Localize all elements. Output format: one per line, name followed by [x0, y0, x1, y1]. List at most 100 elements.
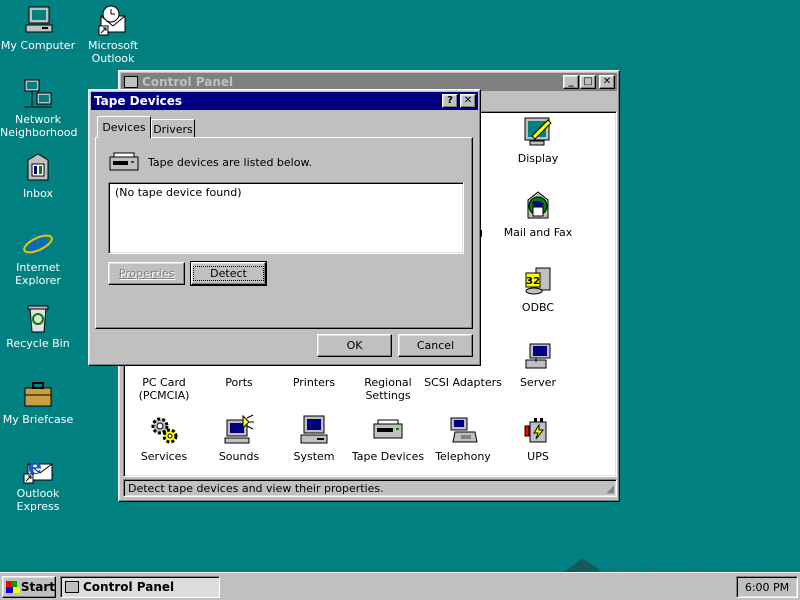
telephony-icon [447, 414, 479, 446]
cp-item-label: UPS [527, 450, 549, 463]
sounds-icon [223, 414, 255, 446]
internet-explorer-icon: e [22, 224, 54, 262]
close-button[interactable]: ✕ [460, 94, 476, 108]
desktop-icon-label: Microsoft [87, 39, 139, 52]
ok-button[interactable]: OK [317, 334, 392, 357]
cp-item-telephony[interactable]: Telephony [423, 414, 503, 463]
tape-drive-icon [372, 414, 404, 446]
system-computer-icon [298, 414, 330, 446]
desktop-icon-microsoft-outlook[interactable]: Microsoft Outlook [75, 4, 151, 65]
windows-logo-icon [6, 581, 20, 593]
desktop-icon-my-computer[interactable]: My Computer [0, 4, 76, 52]
outlook-express-icon: e [22, 452, 54, 484]
close-button[interactable]: ✕ [599, 75, 615, 89]
start-button[interactable]: Start [2, 576, 56, 598]
devices-description: Tape devices are listed below. [148, 156, 312, 169]
inbox-icon [22, 152, 54, 184]
system-tray: 6:00 PM [736, 576, 798, 598]
control-panel-statusbar: Detect tape devices and view their prope… [123, 479, 617, 497]
recycle-bin-icon [22, 302, 54, 334]
mail-and-fax-icon [522, 190, 554, 222]
minimize-button[interactable]: _ [563, 75, 579, 89]
start-label: Start [20, 580, 55, 594]
tape-devices-dialog: Tape Devices ? ✕ Devices Drivers Tape de… [88, 89, 481, 366]
desktop-icon-label: Inbox [22, 187, 54, 200]
cp-item-odbc[interactable]: 32 ODBC [498, 265, 578, 314]
desktop-icon-label: Internet [16, 261, 60, 274]
control-panel-title: Control Panel [142, 75, 234, 89]
control-panel-task-icon [65, 581, 79, 593]
cp-item-label: Display [517, 152, 559, 165]
clock[interactable]: 6:00 PM [745, 581, 789, 594]
cp-item-services[interactable]: Services [124, 414, 204, 463]
cp-item-tape-devices[interactable]: Tape Devices [348, 414, 428, 463]
button-label: Detect [193, 266, 264, 281]
computer-icon [22, 4, 54, 36]
resize-grip-icon[interactable]: ◢ [606, 484, 614, 495]
tape-devices-titlebar[interactable]: Tape Devices ? ✕ [91, 92, 478, 110]
status-text: Detect tape devices and view their prope… [128, 482, 384, 495]
cp-item-label: (PCMCIA) [138, 389, 190, 402]
tab-devices[interactable]: Devices [97, 116, 151, 138]
cp-item-label: Server [519, 376, 557, 389]
desktop-icon-label: Network [15, 113, 61, 126]
desktop-icon-label: Explorer [15, 274, 61, 287]
briefcase-icon [22, 378, 54, 410]
cp-item-label: System [293, 450, 335, 463]
desktop-icon-internet-explorer[interactable]: e Internet Explorer [0, 224, 76, 287]
cp-item-sounds[interactable]: Sounds [199, 414, 279, 463]
cp-item-label: Settings [365, 389, 411, 402]
cp-item-mail-and-fax[interactable]: Mail and Fax [498, 190, 578, 239]
desktop-icon-label: Outlook [16, 487, 60, 500]
maximize-button[interactable]: □ [580, 75, 596, 89]
cp-item-label: PC Card [142, 376, 186, 389]
desktop-icon-label: Express [16, 500, 60, 513]
help-button[interactable]: ? [442, 94, 458, 108]
properties-button[interactable]: Properties [108, 262, 185, 285]
dialog-title: Tape Devices [94, 94, 183, 108]
detect-button[interactable]: Detect [190, 261, 267, 286]
odbc-icon: 32 [522, 265, 554, 297]
outlook-clock-icon [97, 4, 129, 36]
desktop-icon-my-briefcase[interactable]: My Briefcase [0, 378, 76, 426]
taskbar: Start Control Panel 6:00 PM [0, 572, 800, 600]
cp-item-label: Ports [225, 376, 253, 389]
cp-item-display[interactable]: Display [498, 116, 578, 165]
cp-item-label: Regional [364, 376, 412, 389]
cp-item-label: Services [140, 450, 188, 463]
cp-item-system[interactable]: System [274, 414, 354, 463]
desktop-icon-label: My Briefcase [2, 413, 74, 426]
desktop-icon-network-neighborhood[interactable]: Network Neighborhood [0, 78, 78, 139]
cp-item-ups[interactable]: UPS [498, 414, 578, 463]
services-gears-icon [148, 414, 180, 446]
control-panel-app-icon [124, 76, 138, 88]
cp-item-label: SCSI Adapters [424, 376, 502, 389]
desktop-icon-outlook-express[interactable]: e Outlook Express [0, 452, 76, 513]
ups-battery-icon [522, 414, 554, 446]
cp-item-server[interactable]: Server [498, 340, 578, 389]
tab-label: Devices [102, 121, 146, 134]
desktop-icon-label: Outlook [91, 52, 135, 65]
tab-drivers[interactable]: Drivers [151, 119, 195, 138]
desktop-icon-recycle-bin[interactable]: Recycle Bin [0, 302, 76, 350]
taskbar-task-control-panel[interactable]: Control Panel [60, 576, 220, 598]
task-label: Control Panel [83, 580, 175, 594]
devices-tab-panel: Tape devices are listed below. (No tape … [95, 137, 473, 329]
devices-list[interactable]: (No tape device found) [108, 182, 464, 254]
cp-item-label: Tape Devices [351, 450, 425, 463]
display-icon [522, 116, 554, 148]
tab-label: Drivers [153, 122, 193, 136]
cp-item-label: Telephony [435, 450, 491, 463]
list-item: (No tape device found) [115, 186, 242, 199]
network-icon [22, 78, 54, 110]
button-label: Properties [118, 267, 175, 280]
button-label: OK [346, 339, 363, 352]
desktop-icon-label: Recycle Bin [6, 337, 70, 350]
cp-item-label: Sounds [218, 450, 260, 463]
desktop-icon-inbox[interactable]: Inbox [0, 152, 76, 200]
cancel-button[interactable]: Cancel [398, 334, 473, 357]
button-label: Cancel [416, 339, 455, 352]
server-icon [522, 340, 554, 372]
desktop-icon-label: Neighborhood [0, 126, 78, 139]
cp-item-label: ODBC [521, 301, 555, 314]
